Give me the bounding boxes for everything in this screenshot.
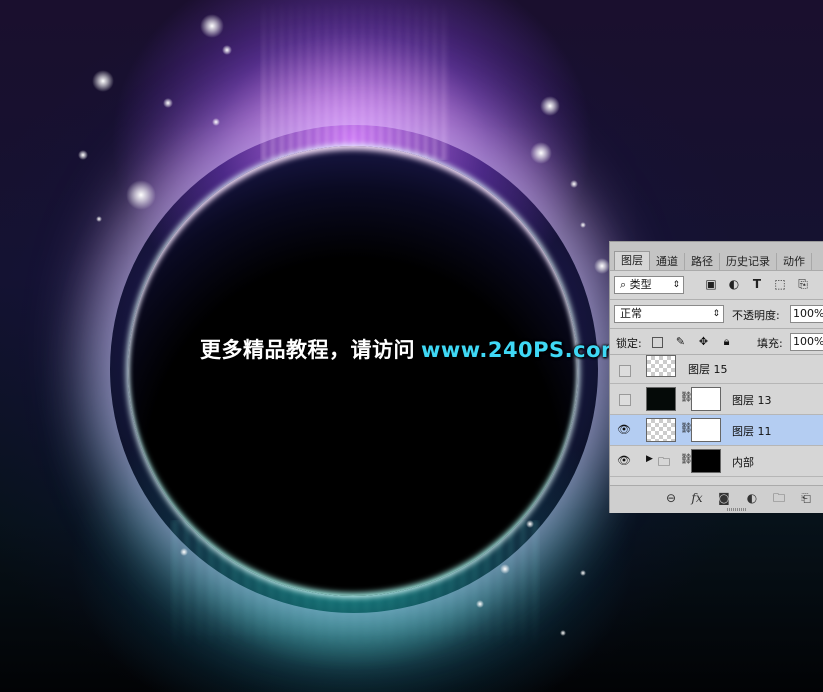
eye-icon[interactable]: 👁︎ [617,423,631,436]
sparkle [580,570,586,576]
layer-group-row[interactable]: 👁︎ ▶ 🗀 ⛓ 内部 [610,446,823,477]
divider [610,328,823,329]
layer-name[interactable]: 内部 [732,454,754,470]
eye-icon[interactable]: 👁︎ [617,454,631,467]
fx-icon[interactable]: fx [690,491,704,505]
lock-image-icon[interactable]: ✎ [674,335,687,348]
sparkle [180,548,188,556]
tab-channels[interactable]: 通道 [650,253,685,270]
visibility-toggle[interactable] [619,394,631,406]
image-filter-icon[interactable]: ▣ [704,277,718,291]
sparkle [580,222,586,228]
panel-bottom-bar: ⊖ fx ◙ ◐ 🗀 ⎗ [610,485,823,513]
adjustment-filter-icon[interactable]: ◐ [727,277,741,291]
watermark: 更多精品教程，请访问 www.240PS.com [200,334,623,366]
sparkle [92,70,114,92]
resize-grip[interactable] [727,508,747,511]
watermark-text: 更多精品教程，请访问 [200,338,415,362]
layer-mask-thumbnail[interactable] [691,449,721,473]
layer-row-11[interactable]: 👁︎ ⛓ 图层 11 [610,415,823,446]
layer-row-13[interactable]: ⛓ 图层 13 [610,384,823,415]
new-group-icon[interactable]: 🗀 [772,491,786,505]
new-layer-icon[interactable]: ⎗ [799,491,813,505]
stepper-icon: ⇕ [712,309,720,319]
sparkle [570,180,578,188]
opacity-input[interactable]: 100% [790,305,823,323]
visibility-toggle[interactable] [619,365,631,377]
watermark-url: www.240PS.com [421,338,624,362]
layers-panel: 图层 通道 路径 历史记录 动作 ⌕ 类型 ⇕ ▣ ◐ T ⬚ ⎘ 正常 ⇕ 不… [609,241,823,513]
adjustment-layer-icon[interactable]: ◐ [745,491,759,505]
tab-actions[interactable]: 动作 [777,253,812,270]
sparkle [163,98,173,108]
divider [610,299,823,300]
opacity-value: 100% [793,307,823,320]
layer-thumbnail [646,387,676,411]
lock-label: 锁定: [616,337,642,350]
tab-history[interactable]: 历史记录 [720,253,777,270]
type-filter-icon[interactable]: T [750,277,764,291]
lock-position-icon[interactable]: ✥ [697,335,710,348]
sparkle [500,564,510,574]
sparkle [222,45,232,55]
tab-paths[interactable]: 路径 [685,253,720,270]
magnifier-icon: ⌕ [620,278,627,291]
layer-thumbnail [646,418,676,442]
panel-tabs: 图层 通道 路径 历史记录 动作 [610,242,823,271]
sparkle [126,180,156,210]
blend-mode-select[interactable]: 正常 ⇕ [614,305,724,323]
layer-row-15[interactable]: 图层 15 [610,355,823,384]
smart-object-filter-icon[interactable]: ⎘ [796,277,810,291]
sparkle [530,142,552,164]
expand-triangle-icon[interactable]: ▶ [646,454,653,464]
opacity-label: 不透明度: [732,309,780,322]
sparkle [476,600,484,608]
sparkle [526,520,534,528]
link-layers-icon[interactable]: ⊖ [664,491,678,505]
folder-icon: 🗀 [658,455,671,469]
lock-all-icon[interactable]: 🔒︎ [720,335,733,348]
tab-layers[interactable]: 图层 [614,251,650,270]
fill-label: 填充: [757,337,783,350]
layer-filter-select[interactable]: ⌕ 类型 ⇕ [614,276,684,294]
link-chain-icon[interactable]: ⛓ [680,454,693,466]
fill-value: 100% [793,335,823,348]
sparkle [594,258,610,274]
stepper-icon: ⇕ [672,280,680,290]
filter-kind-value: 类型 [629,278,652,291]
layer-name[interactable]: 图层 15 [688,361,728,377]
layer-mask-thumbnail[interactable] [691,418,721,442]
sparkle [540,96,560,116]
layer-mask-thumbnail[interactable] [691,387,721,411]
add-mask-icon[interactable]: ◙ [717,491,731,505]
sparkle [560,630,566,636]
sparkle [200,14,224,38]
shape-filter-icon[interactable]: ⬚ [773,277,787,291]
layer-name[interactable]: 图层 13 [732,392,772,408]
layer-thumbnail [646,355,676,377]
sparkle [212,118,220,126]
link-chain-icon[interactable]: ⛓ [680,392,693,404]
fill-input[interactable]: 100% [790,333,823,351]
sparkle [78,150,88,160]
link-chain-icon[interactable]: ⛓ [680,423,693,435]
dark-sphere [128,146,578,596]
lock-transparent-icon[interactable] [652,337,663,348]
layer-name[interactable]: 图层 11 [732,423,772,439]
blend-mode-value: 正常 [620,307,642,320]
sparkle [96,216,102,222]
